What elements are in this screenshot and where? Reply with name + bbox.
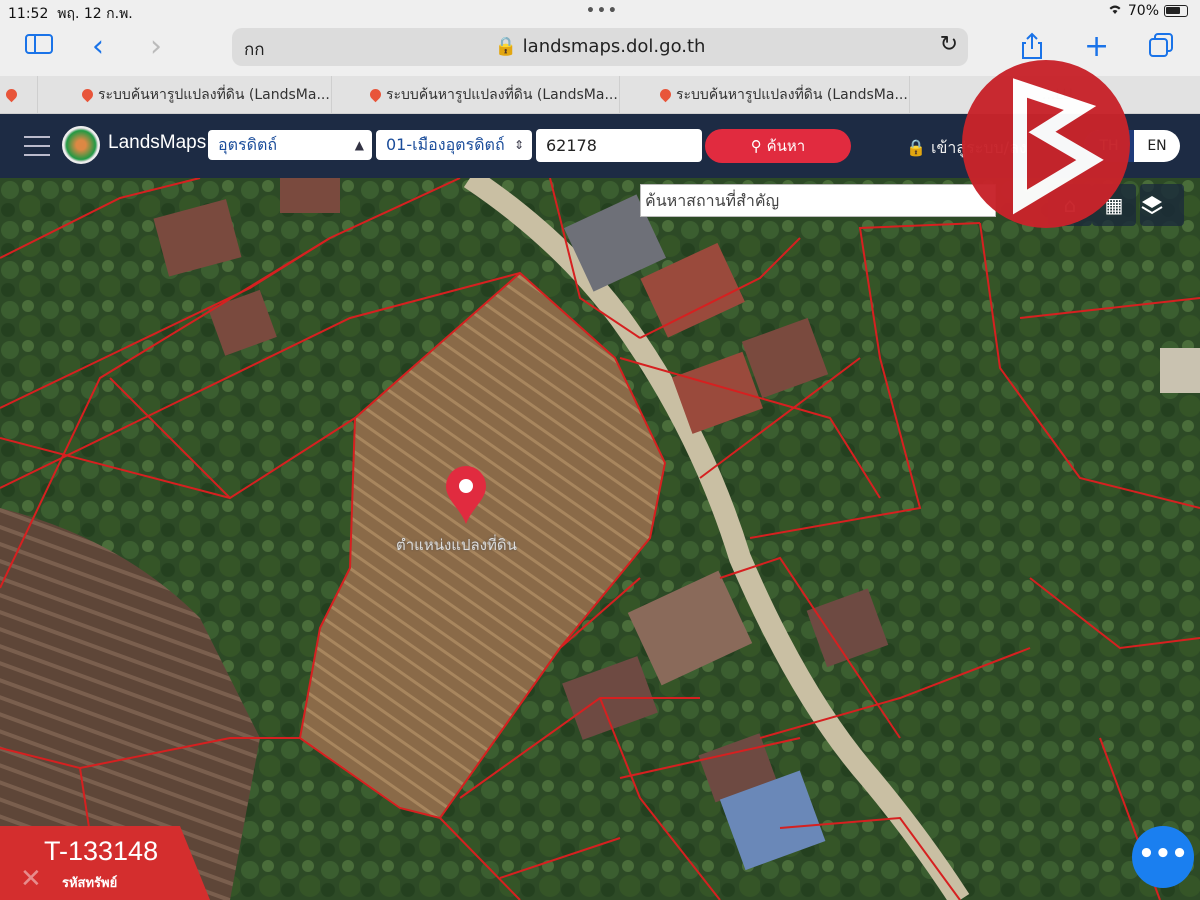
reload-icon[interactable]: ↻	[940, 32, 958, 57]
parcel-position-label: ตำแหน่งแปลงที่ดิน	[396, 536, 517, 554]
wifi-icon	[1107, 3, 1123, 19]
updown-chevron-icon: ⇕	[513, 138, 524, 152]
property-code-badge: ✕ T-133148 รหัสทรัพย์	[0, 826, 210, 900]
status-bar: 11:52 พฤ. 12 ก.พ. ••• 70%	[0, 0, 1200, 26]
search-icon: ⚲	[750, 137, 762, 155]
search-button[interactable]: ⚲ ค้นหา	[705, 129, 851, 163]
menu-icon[interactable]	[24, 136, 50, 156]
map-pin-icon	[657, 86, 674, 103]
tab-landsmaps-3[interactable]: ระบบค้นหารูปแปลงที่ดิน (LandsMa...	[654, 76, 910, 114]
url-text: 🔒 landsmaps.dol.go.th	[494, 36, 706, 57]
property-code: T-133148	[44, 836, 159, 866]
more-options-button[interactable]: •••	[1132, 826, 1194, 888]
status-right: 70%	[1107, 3, 1188, 19]
lang-en-button[interactable]: EN	[1134, 130, 1180, 162]
brand-watermark-logo	[962, 60, 1130, 228]
tab-pinned[interactable]	[0, 76, 38, 114]
lock-icon: 🔒	[906, 138, 926, 157]
map-pin-icon	[3, 86, 20, 103]
place-search-input[interactable]: ค้นหาสถานที่สำคัญ	[640, 184, 996, 217]
satellite-map[interactable]: ตำแหน่งแปลงที่ดิน ค้นหาสถานที่สำคัญ ⌂ ▦	[0, 178, 1200, 900]
parcel-number-input[interactable]: 62178	[536, 129, 702, 162]
brand-name: LandsMaps	[108, 132, 207, 153]
map-imagery	[0, 178, 1200, 900]
multitask-dots[interactable]: •••	[586, 3, 619, 19]
tabs-overview-icon[interactable]	[1148, 32, 1174, 65]
back-icon[interactable]: ‹	[92, 32, 104, 62]
status-time: 11:52 พฤ. 12 ก.พ.	[8, 6, 133, 22]
sidebar-icon[interactable]	[24, 32, 54, 63]
district-select[interactable]: 01-เมืองอุตรดิตถ์ ⇕	[376, 130, 532, 160]
forward-icon[interactable]: ›	[150, 32, 162, 62]
battery-icon	[1164, 5, 1188, 17]
map-pin-icon	[367, 86, 384, 103]
tab-landsmaps-1[interactable]: ระบบค้นหารูปแปลงที่ดิน (LandsMa...	[76, 76, 332, 114]
address-bar[interactable]: กก 🔒 landsmaps.dol.go.th ↻	[232, 28, 968, 66]
battery-percent: 70%	[1127, 3, 1159, 19]
province-select[interactable]: อุตรดิตถ์ ▲	[208, 130, 372, 160]
close-x-icon: ✕	[20, 864, 42, 894]
property-code-caption: รหัสทรัพย์	[62, 876, 118, 891]
map-pin-icon	[79, 86, 96, 103]
dol-seal-logo	[62, 126, 100, 164]
updown-chevron-icon: ▲	[354, 138, 364, 152]
tab-landsmaps-2[interactable]: ระบบค้นหารูปแปลงที่ดิน (LandsMa...	[364, 76, 620, 114]
new-tab-icon[interactable]: +	[1084, 32, 1109, 62]
layers-icon[interactable]	[1140, 184, 1184, 226]
